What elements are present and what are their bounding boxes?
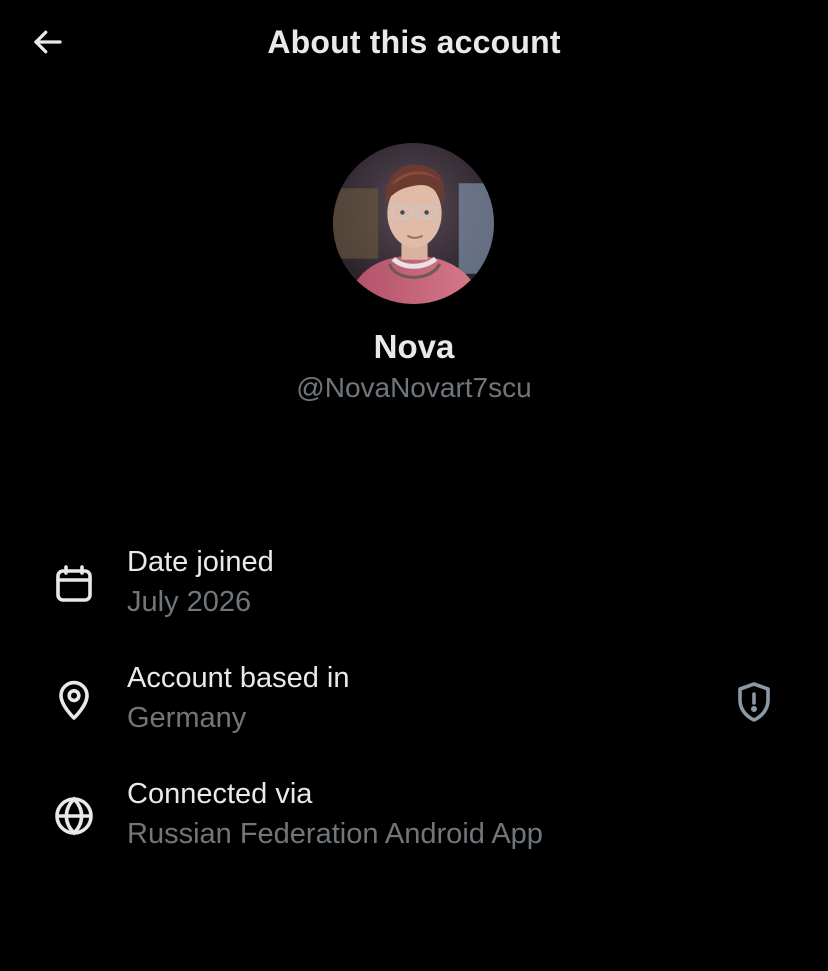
info-value: Russian Federation Android App bbox=[127, 818, 543, 850]
info-row-connected-via: Connected via Russian Federation Android… bbox=[0, 778, 828, 868]
info-value: July 2026 bbox=[127, 586, 252, 618]
info-label: Connected via bbox=[127, 778, 313, 810]
info-label: Date joined bbox=[127, 546, 274, 578]
display-name: Nova bbox=[373, 328, 455, 365]
user-handle: @NovaNovart7scu bbox=[296, 372, 532, 403]
globe-icon bbox=[50, 792, 98, 840]
location-pin-icon bbox=[50, 676, 98, 724]
info-row-date-joined: Date joined July 2026 bbox=[0, 546, 828, 636]
avatar[interactable] bbox=[333, 143, 494, 304]
calendar-icon bbox=[50, 560, 98, 608]
info-row-account-based-in: Account based in Germany bbox=[0, 662, 828, 752]
header: About this account bbox=[0, 0, 828, 88]
info-label: Account based in bbox=[127, 662, 350, 694]
shield-alert-icon bbox=[730, 678, 778, 726]
shield-alert-button[interactable] bbox=[730, 678, 778, 726]
page-title: About this account bbox=[267, 24, 561, 60]
info-value: Germany bbox=[127, 702, 247, 734]
